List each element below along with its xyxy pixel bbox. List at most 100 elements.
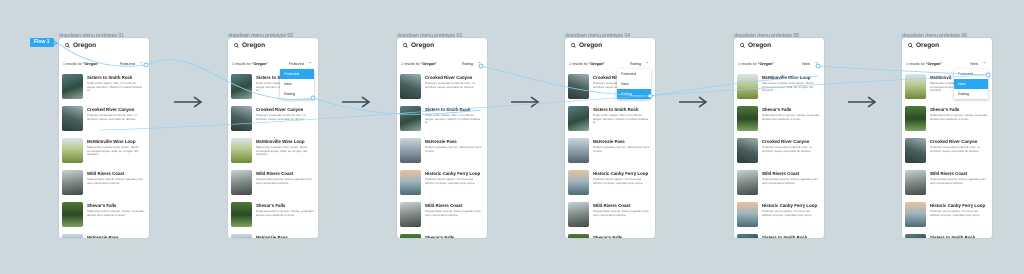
list-item[interactable]: Shevar's Falls Nulla elementum semper mas…: [902, 106, 992, 136]
trail-thumbnail: [737, 202, 758, 227]
dropdown-option[interactable]: Featured: [954, 69, 988, 79]
item-title: Sisters to S: [256, 75, 281, 80]
list-item[interactable]: McKenzie Pass Nullam molestie enim ut. Ul…: [397, 138, 487, 168]
sort-select[interactable]: Rating: [462, 62, 473, 66]
list-item[interactable]: Wild Rivers Coast Suspendisse potenti. Do…: [228, 170, 318, 200]
chevron-down-icon[interactable]: ⌄: [309, 59, 312, 64]
play-icon[interactable]: [50, 39, 58, 47]
chevron-down-icon[interactable]: ⌄: [140, 59, 143, 64]
dropdown-option[interactable]: Rating: [617, 89, 651, 99]
list-item[interactable]: Historic Canby Ferry Loop Praesent purus …: [565, 170, 655, 200]
item-description: Praesent venenatis hendrerit nunc, ut ti…: [930, 145, 980, 153]
chevron-down-icon[interactable]: ⌄: [983, 59, 986, 64]
trail-thumbnail: [905, 74, 926, 99]
chevron-down-icon[interactable]: ⌄: [478, 59, 481, 64]
chevron-down-icon[interactable]: ⌄: [646, 59, 649, 64]
dropdown-option[interactable]: New: [954, 79, 988, 89]
sort-select[interactable]: Featured: [120, 62, 135, 66]
item-title: Shevar's Falls: [930, 107, 960, 112]
sort-select[interactable]: New: [970, 62, 978, 66]
list-item[interactable]: McMinnville Wine Loop Maecenas molestie d…: [734, 74, 824, 104]
search-query[interactable]: Oregon: [748, 42, 771, 49]
list-item[interactable]: Crooked River Canyon Praesent venenatis h…: [228, 106, 318, 136]
results-term: "Oregon": [420, 62, 437, 66]
list-item[interactable]: Historic Canby Ferry Loop Praesent purus …: [734, 202, 824, 232]
list-item[interactable]: Wild Rivers Coast Suspendisse potenti. Do…: [397, 202, 487, 232]
chevron-down-icon[interactable]: ⌄: [815, 59, 818, 64]
item-description: Praesent purus sapien, rhoncus sed effic…: [593, 177, 644, 185]
list-item[interactable]: Crooked River Canyon Praesent venenatis h…: [397, 74, 487, 104]
list-item[interactable]: Sisters to Smith Rock: [734, 234, 824, 238]
sort-select[interactable]: New: [802, 62, 810, 66]
sort-select[interactable]: Featured: [289, 62, 304, 66]
search-bar[interactable]: Oregon: [734, 38, 824, 54]
item-title: Sisters to Smith Rock: [930, 235, 976, 238]
dropdown-option[interactable]: Rating: [954, 89, 988, 99]
prototype-connections: [57, 42, 991, 131]
trail-thumbnail: [400, 170, 421, 195]
search-bar[interactable]: Oregon: [397, 38, 487, 54]
list-item[interactable]: Crooked River Canyon Praesent venenatis h…: [734, 138, 824, 168]
list-item[interactable]: McKenzie Pass: [228, 234, 318, 238]
list-item[interactable]: Wild Rivers Coast Suspendisse potenti. Do…: [565, 202, 655, 232]
trail-thumbnail: [231, 202, 252, 227]
list-item[interactable]: McKenzie Pass: [59, 234, 149, 238]
sort-select[interactable]: Rating: [630, 62, 641, 66]
item-title: Historic Canby Ferry Loop: [425, 171, 481, 176]
list-item[interactable]: Crooked River Canyon Praesent venenatis h…: [902, 138, 992, 168]
list-item[interactable]: McKenzie Pass Nullam molestie enim ut. Ul…: [565, 138, 655, 168]
search-query[interactable]: Oregon: [242, 42, 265, 49]
item-description: Suspendisse potenti. Donec egestas enim …: [762, 177, 819, 185]
trail-thumbnail: [231, 170, 252, 195]
list-item[interactable]: Sisters to Smith Rock Nulla varius sapien…: [397, 106, 487, 136]
search-query[interactable]: Oregon: [411, 42, 434, 49]
list-item[interactable]: Wild Rivers Coast Suspendisse potenti. Do…: [59, 170, 149, 200]
list-item[interactable]: Wild Rivers Coast Suspendisse potenti. Do…: [734, 170, 824, 200]
list-item[interactable]: McMinnville Wine Loop Maecenas molestie d…: [228, 138, 318, 168]
trail-thumbnail: [62, 138, 83, 163]
list-item[interactable]: Sisters to Smith Rock Nulla varius sapien…: [565, 106, 655, 136]
list-item[interactable]: Shevar's Falls Nulla elementum semper mas…: [59, 202, 149, 232]
list-item[interactable]: Crooked River Canyon Praesent venenatis h…: [59, 106, 149, 136]
dropdown-option[interactable]: Rating: [280, 89, 314, 99]
item-description: Nulla elementum semper massa, venenatis …: [762, 113, 820, 121]
search-bar[interactable]: Oregon: [565, 38, 655, 54]
sort-dropdown-menu: Featured New Rating: [954, 69, 988, 99]
item-title: Wild Rivers Coast: [87, 171, 125, 176]
list-item[interactable]: Shevar's Falls Nulla elementum semper mas…: [734, 106, 824, 136]
search-query[interactable]: Oregon: [916, 42, 939, 49]
list-item[interactable]: Sisters to Smith Rock: [902, 234, 992, 238]
arrow-right-icon: [848, 96, 877, 108]
search-bar[interactable]: Oregon: [228, 38, 318, 54]
list-item[interactable]: Shevar's Falls: [565, 234, 655, 238]
item-title: McMinnville Wine Loop: [762, 75, 811, 80]
dropdown-option[interactable]: New: [617, 79, 651, 89]
list-item[interactable]: Historic Canby Ferry Loop Praesent purus …: [902, 202, 992, 232]
dropdown-option[interactable]: Featured: [280, 69, 314, 79]
dropdown-prototype-frame: Oregon 1 results for "Oregon" New ⌄ McMinnvi…: [734, 38, 824, 238]
dropdown-option[interactable]: New: [280, 79, 314, 89]
item-title: Wild Rivers Coast: [425, 203, 463, 208]
list-item[interactable]: Wild Rivers Coast Suspendisse potenti. Do…: [902, 170, 992, 200]
search-query[interactable]: Oregon: [73, 42, 96, 49]
list-item[interactable]: Sisters to Smith Rock Nulla varius sapien…: [59, 74, 149, 104]
results-summary: 1 results for "Oregon": [232, 62, 268, 66]
search-query[interactable]: Oregon: [579, 42, 602, 49]
item-description: Nulla elementum semper massa, venenatis …: [87, 209, 145, 217]
dropdown-option[interactable]: Featured: [617, 69, 651, 79]
list-item[interactable]: Shevar's Falls: [397, 234, 487, 238]
item-title: McKenzie Pass: [256, 235, 288, 238]
search-icon: [65, 43, 70, 48]
search-bar[interactable]: Oregon: [59, 38, 149, 54]
trail-thumbnail: [737, 106, 758, 131]
search-bar[interactable]: Oregon: [902, 38, 992, 54]
list-item[interactable]: McMinnville Wine Loop Maecenas molestie d…: [59, 138, 149, 168]
item-title: Crooked River Canyon: [87, 107, 135, 112]
list-item[interactable]: Shevar's Falls Nulla elementum semper mas…: [228, 202, 318, 232]
item-title: Historic Canby Ferry Loop: [762, 203, 818, 208]
trail-thumbnail: [568, 170, 589, 195]
list-item[interactable]: Historic Canby Ferry Loop Praesent purus …: [397, 170, 487, 200]
trail-thumbnail: [62, 202, 83, 227]
trail-thumbnail: [231, 138, 252, 163]
results-prefix: 1 results for: [232, 62, 252, 66]
